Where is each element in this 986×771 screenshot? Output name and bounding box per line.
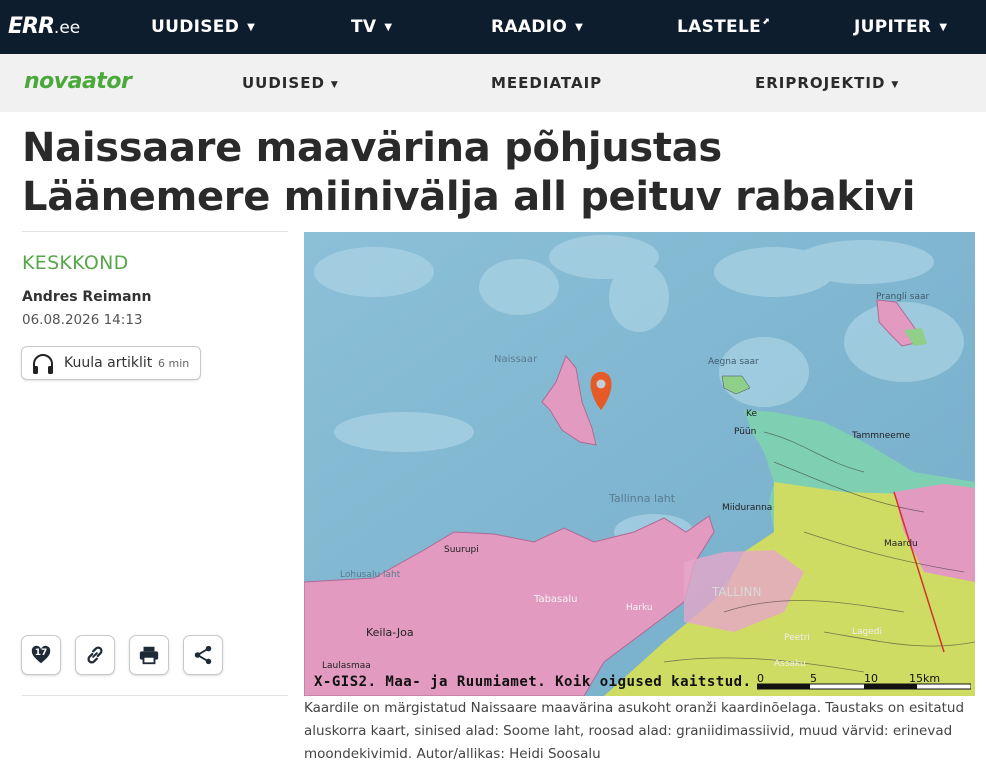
- novaator-logo[interactable]: novaator: [24, 69, 132, 94]
- section-navigation-bar: novaator UUDISED ▼ MEEDIATAIP ERIPROJEKTI…: [0, 54, 986, 112]
- map-label-keri: Ke: [746, 409, 757, 419]
- share-icon: [194, 645, 212, 665]
- map-label-aegna: Aegna saar: [708, 357, 759, 367]
- chevron-down-icon: ▼: [891, 80, 900, 90]
- map-label-miiduranna: Miiduranna: [722, 503, 772, 513]
- chevron-down-icon: ▼: [939, 22, 948, 33]
- subnav-item-eriprojektid[interactable]: ERIPROJEKTID ▼: [755, 74, 899, 92]
- image-caption: Kaardile on märgistatud Naissaare maavär…: [304, 700, 965, 762]
- map-label-tammneeme: Tammneeme: [851, 431, 911, 441]
- divider: [22, 695, 288, 696]
- chevron-down-icon: ▼: [575, 22, 584, 33]
- like-button[interactable]: 17: [21, 635, 61, 675]
- topnav-item-tv[interactable]: TV ▼: [351, 17, 392, 37]
- article-map-image[interactable]: Naissaar Prangli saar Aegna saar Tallinn…: [304, 232, 975, 696]
- divider: [22, 231, 288, 232]
- map-label-harku: Harku: [626, 603, 653, 613]
- map-label-lohusalu: Lohusalu laht: [340, 570, 401, 580]
- listen-duration: 6 min: [158, 357, 190, 370]
- map-credit: X-GIS2. Maa- ja Ruumiamet. Koik oigused …: [314, 674, 752, 690]
- topnav-item-lastele[interactable]: LASTELE⬈: [677, 17, 770, 37]
- share-button[interactable]: [183, 635, 223, 675]
- map-label-assaku: Assaku: [774, 659, 806, 669]
- scale-label: 5: [810, 672, 817, 685]
- err-logo[interactable]: ERR.ee: [8, 14, 80, 39]
- topnav-item-raadio[interactable]: RAADIO ▼: [491, 17, 583, 37]
- article-title: Naissaare maavärina põhjustas Läänemere …: [22, 125, 916, 220]
- scale-label: 10: [864, 672, 878, 685]
- copy-link-button[interactable]: [75, 635, 115, 675]
- map-label-tallinna-laht: Tallinna laht: [608, 492, 676, 505]
- map-label-keila-joa: Keila-Joa: [366, 626, 414, 639]
- map-label-suurupi: Suurupi: [444, 545, 479, 555]
- scale-label: 15km: [909, 672, 941, 685]
- topnav-item-jupiter[interactable]: JUPITER ▼: [854, 17, 947, 37]
- print-button[interactable]: [129, 635, 169, 675]
- map-label-peetri: Peetri: [784, 633, 810, 643]
- top-navigation-bar: ERR.ee UUDISED ▼ TV ▼ RAADIO ▼ LASTELE⬈ JUP…: [0, 0, 986, 54]
- external-link-icon: ⬈: [762, 17, 770, 27]
- article-category-link[interactable]: KESKKOND: [22, 252, 129, 274]
- chevron-down-icon: ▼: [247, 22, 256, 33]
- map-label-lagedi: Lagedi: [852, 627, 882, 637]
- chevron-down-icon: ▼: [330, 80, 339, 90]
- geological-map: Naissaar Prangli saar Aegna saar Tallinn…: [304, 232, 975, 696]
- map-label-tallinn: TALLINN: [711, 585, 761, 599]
- map-label-prangli: Prangli saar: [876, 292, 929, 302]
- map-label-puunsi: Püün: [734, 427, 756, 437]
- listen-label: Kuula artiklit: [64, 355, 153, 371]
- subnav-item-meediataip[interactable]: MEEDIATAIP: [491, 74, 602, 92]
- chevron-down-icon: ▼: [384, 22, 393, 33]
- map-label-naissaar: Naissaar: [494, 354, 538, 365]
- link-icon: [87, 646, 103, 664]
- topnav-item-uudised[interactable]: UUDISED ▼: [151, 17, 255, 37]
- article-author: Andres Reimann: [22, 289, 152, 305]
- scale-label: 0: [757, 672, 764, 685]
- map-label-maardu: Maardu: [884, 539, 918, 549]
- headphones-icon: [33, 354, 53, 374]
- subnav-item-uudised[interactable]: UUDISED ▼: [242, 74, 339, 92]
- like-count: 17: [34, 648, 48, 658]
- listen-article-button[interactable]: Kuula artiklit 6 min: [21, 346, 201, 380]
- article-date: 06.08.2026 14:13: [22, 312, 143, 328]
- map-scale-bar: 0 5 10 15km: [757, 672, 971, 692]
- printer-icon: [139, 646, 159, 665]
- map-label-laulasmaa: Laulasmaa: [322, 661, 371, 671]
- map-label-tabasalu: Tabasalu: [533, 594, 578, 605]
